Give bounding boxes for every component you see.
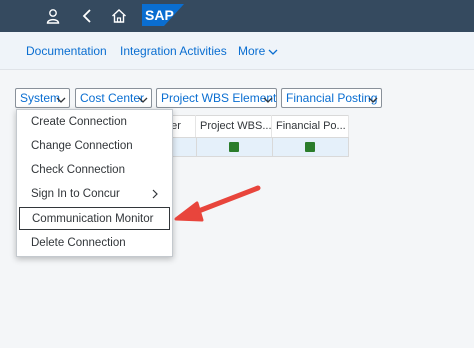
menu-item-label: Communication Monitor — [32, 213, 154, 225]
menu-item-label: Create Connection — [31, 116, 127, 128]
menu-more-label: More — [238, 44, 266, 58]
menu-item-change-connection[interactable]: Change Connection — [17, 134, 172, 158]
filter-cost-center[interactable]: Cost Center — [75, 88, 152, 108]
menu-item-label: Change Connection — [31, 140, 133, 152]
menu-item-label: Sign In to Concur — [31, 188, 120, 200]
filter-financial-posting-label: Financial Posting — [286, 91, 378, 105]
menu-bar: Documentation Integration Activities Mor… — [0, 32, 474, 70]
menu-item-label: Delete Connection — [31, 237, 126, 249]
cell-divider — [196, 137, 197, 157]
sap-logo-text: SAP — [145, 7, 174, 23]
system-dropdown-menu: Create Connection Change Connection Chec… — [16, 109, 173, 257]
menu-item-communication-monitor[interactable]: Communication Monitor — [19, 207, 170, 230]
column-header-project-wbs[interactable]: Project WBS... — [196, 115, 272, 137]
chevron-down-icon — [263, 93, 273, 107]
menu-documentation[interactable]: Documentation — [26, 44, 107, 58]
menu-item-sign-in-to-concur[interactable]: Sign In to Concur — [17, 182, 172, 206]
status-indicator-financial — [305, 142, 315, 152]
back-icon[interactable] — [72, 0, 102, 32]
menu-more[interactable]: More — [238, 44, 278, 59]
home-icon[interactable] — [104, 0, 134, 32]
menu-integration-activities[interactable]: Integration Activities — [120, 44, 227, 58]
sap-logo[interactable]: SAP — [142, 4, 184, 26]
menu-item-delete-connection[interactable]: Delete Connection — [17, 231, 172, 255]
status-indicator-wbs — [229, 142, 239, 152]
user-icon[interactable] — [38, 0, 68, 32]
chevron-right-icon — [152, 189, 158, 202]
chevron-down-icon — [56, 93, 66, 107]
chevron-down-icon — [268, 45, 278, 59]
filter-system[interactable]: System — [15, 88, 70, 108]
filter-cost-center-label: Cost Center — [80, 91, 145, 105]
menu-item-create-connection[interactable]: Create Connection — [17, 110, 172, 134]
menu-item-check-connection[interactable]: Check Connection — [17, 158, 172, 182]
menu-item-label: Check Connection — [31, 164, 125, 176]
chevron-down-icon — [138, 93, 148, 107]
cell-divider — [272, 137, 273, 157]
shell-bar: SAP — [0, 0, 474, 32]
filter-system-label: System — [20, 91, 61, 105]
cell-divider — [348, 137, 349, 157]
column-header-financial-posting[interactable]: Financial Po... — [272, 115, 349, 137]
filter-project-wbs-element[interactable]: Project WBS Element — [156, 88, 277, 108]
filter-financial-posting[interactable]: Financial Posting — [281, 88, 382, 108]
filter-project-wbs-label: Project WBS Element — [161, 91, 277, 105]
chevron-down-icon — [368, 93, 378, 107]
